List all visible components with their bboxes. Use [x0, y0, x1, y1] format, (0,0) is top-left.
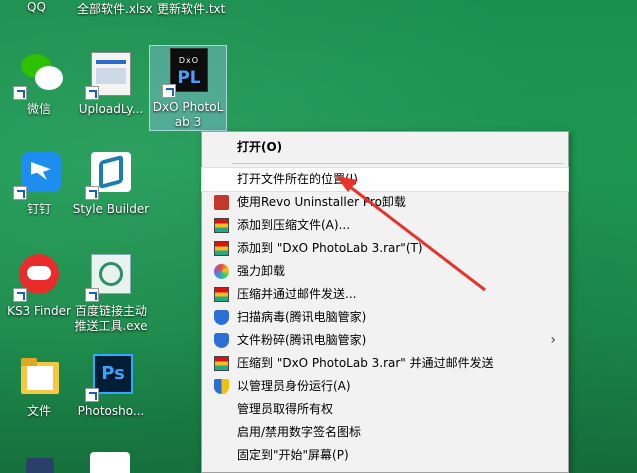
arrow-line — [344, 181, 486, 292]
annotation-arrow — [336, 176, 486, 292]
